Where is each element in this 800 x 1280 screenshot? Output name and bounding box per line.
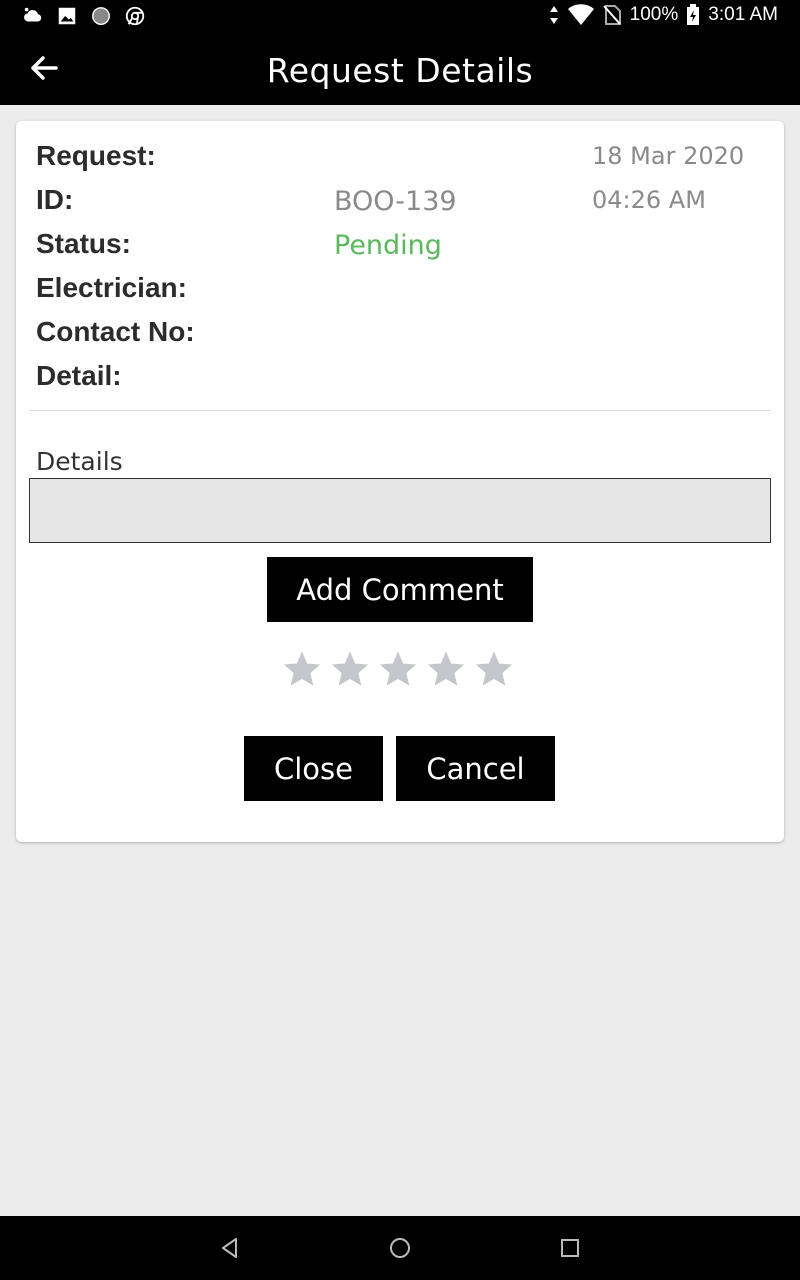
wifi-icon <box>567 4 594 26</box>
circle-icon <box>92 7 110 25</box>
back-triangle-icon[interactable] <box>218 1236 242 1260</box>
star-icon[interactable] <box>378 649 418 689</box>
system-nav-bar <box>0 1216 800 1280</box>
request-details-card: Request: 18 Mar 2020 ID: BOO-139 04:26 A… <box>16 121 784 842</box>
id-value: BOO-139 <box>334 186 457 217</box>
request-label: Request: <box>36 140 156 171</box>
star-icon[interactable] <box>426 649 466 689</box>
chrome-icon <box>125 6 145 26</box>
cancel-button[interactable]: Cancel <box>396 736 555 801</box>
star-icon[interactable] <box>474 649 514 689</box>
page-title: Request Details <box>266 51 534 90</box>
image-icon <box>58 7 76 25</box>
app-bar: Request Details <box>0 32 800 105</box>
detail-label: Detail: <box>36 360 122 391</box>
add-comment-button[interactable]: Add Comment <box>267 557 533 622</box>
battery-percentage: 100% <box>629 4 679 25</box>
close-button[interactable]: Close <box>244 736 383 801</box>
id-label: ID: <box>36 184 74 215</box>
status-label: Status: <box>36 228 131 259</box>
notification-icons <box>22 5 146 27</box>
details-input[interactable] <box>29 478 771 543</box>
status-value: Pending <box>334 230 442 261</box>
divider <box>29 410 771 411</box>
star-icon[interactable] <box>282 649 322 689</box>
system-status: 100% 3:01 AM <box>548 4 778 26</box>
request-time: 04:26 AM <box>592 186 706 214</box>
recents-square-icon[interactable] <box>558 1236 582 1260</box>
star-icon[interactable] <box>330 649 370 689</box>
clock: 3:01 AM <box>708 4 778 25</box>
status-bar: 100% 3:01 AM <box>0 0 800 32</box>
cloud-icon <box>24 7 42 22</box>
contact-label: Contact No: <box>36 316 195 347</box>
data-arrows-icon <box>549 6 558 24</box>
details-field-label: Details <box>36 447 123 476</box>
home-circle-icon[interactable] <box>388 1236 412 1260</box>
no-sim-icon <box>602 5 621 25</box>
star-rating[interactable] <box>282 649 514 689</box>
electrician-label: Electrician: <box>36 272 187 303</box>
request-date: 18 Mar 2020 <box>592 142 745 170</box>
battery-charging-icon <box>687 4 700 25</box>
